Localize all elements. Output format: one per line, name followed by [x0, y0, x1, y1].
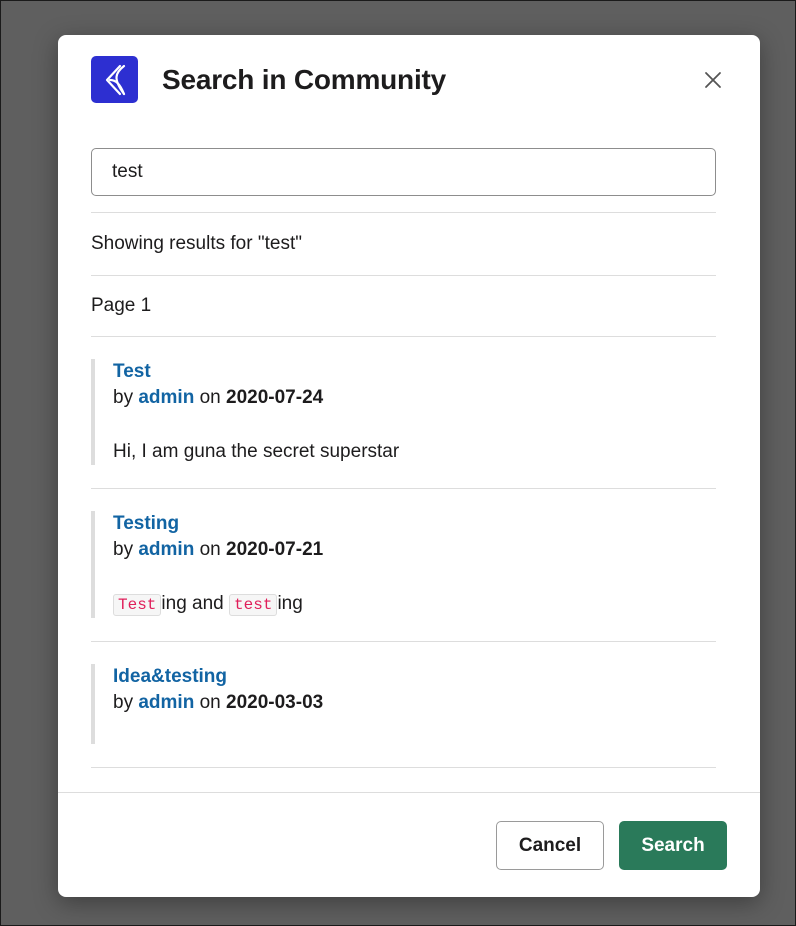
result-quote: Idea&testing by admin on 2020-03-03 — [91, 664, 716, 744]
result-meta: by admin on 2020-07-21 — [113, 537, 716, 563]
highlight-code: Test — [113, 594, 162, 616]
page-label: Page 1 — [91, 295, 152, 316]
divider — [91, 767, 716, 768]
result-quote: Testing by admin on 2020-07-21 Test ing a… — [91, 511, 716, 618]
search-input[interactable] — [91, 148, 716, 196]
close-button[interactable] — [699, 66, 727, 94]
modal-title: Search in Community — [162, 64, 447, 95]
result-title-link[interactable]: Idea&testing — [113, 664, 227, 690]
results-summary: Showing results for "test" — [91, 233, 302, 254]
result-title-link[interactable]: Testing — [113, 511, 179, 537]
result-on-label: on — [199, 539, 221, 560]
modal-header: Search in Community — [58, 35, 760, 127]
result-by-label: by — [113, 387, 134, 408]
result-quote: Test by admin on 2020-07-24 Hi, I am gun… — [91, 359, 716, 465]
highlight-code: test — [229, 594, 278, 616]
result-on-label: on — [199, 692, 221, 713]
search-button[interactable]: Search — [619, 821, 727, 870]
result-on-label: on — [199, 387, 221, 408]
result-meta: by admin on 2020-07-24 — [113, 385, 716, 411]
modal-body: Showing results for "test" Page 1 Test b… — [91, 148, 716, 768]
modal-footer: Cancel Search — [58, 793, 760, 897]
search-modal: Search in Community Showing results for … — [58, 35, 760, 897]
snippet-text: ing and — [161, 593, 230, 614]
result-date: 2020-07-24 — [226, 387, 324, 408]
community-app-logo — [91, 56, 138, 103]
search-result: Idea&testing by admin on 2020-03-03 — [91, 642, 716, 767]
result-author-link[interactable]: admin — [138, 539, 194, 560]
search-result: Test by admin on 2020-07-24 Hi, I am gun… — [91, 337, 716, 488]
result-title-link[interactable]: Test — [113, 359, 151, 385]
close-icon — [705, 72, 721, 88]
result-snippet — [113, 716, 716, 744]
search-result: Testing by admin on 2020-07-21 Test ing a… — [91, 489, 716, 641]
snippet-text: ing — [277, 593, 303, 614]
result-snippet: Hi, I am guna the secret superstar — [113, 441, 400, 462]
result-snippet: Test ing and test ing — [113, 591, 716, 618]
result-date: 2020-03-03 — [226, 692, 324, 713]
result-by-label: by — [113, 692, 134, 713]
result-by-label: by — [113, 539, 134, 560]
result-date: 2020-07-21 — [226, 539, 324, 560]
community-logo-icon — [105, 64, 125, 95]
cancel-button[interactable]: Cancel — [496, 821, 604, 870]
result-meta: by admin on 2020-03-03 — [113, 690, 716, 716]
result-author-link[interactable]: admin — [138, 692, 194, 713]
result-author-link[interactable]: admin — [138, 387, 194, 408]
